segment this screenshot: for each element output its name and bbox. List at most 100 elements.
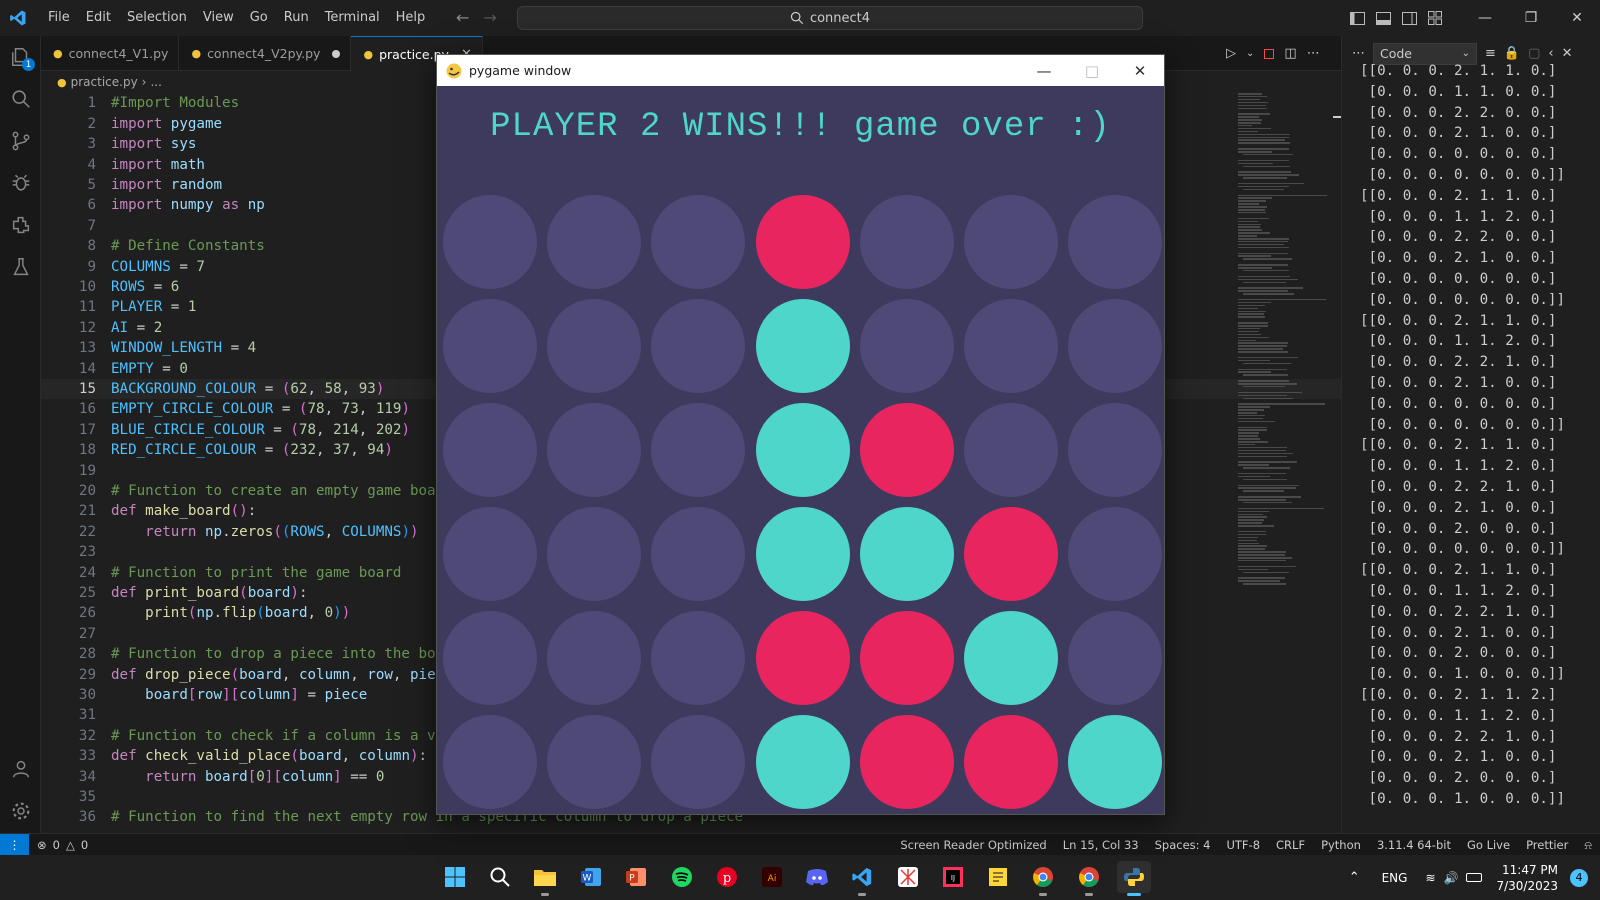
battery-icon[interactable] (1466, 873, 1483, 882)
menu-go[interactable]: Go (242, 0, 276, 36)
tab-connect4-v1-py[interactable]: ● connect4_V1.py (41, 36, 180, 71)
illustrator-taskbar-icon[interactable]: Ai (755, 861, 789, 893)
status-item-go-live[interactable]: Go Live (1467, 838, 1510, 852)
menu-help[interactable]: Help (388, 0, 434, 36)
menu-selection[interactable]: Selection (119, 0, 195, 36)
extensions-icon[interactable] (0, 204, 41, 246)
toggle-sidebar-icon[interactable] (1344, 0, 1370, 36)
language-indicator[interactable]: ENG (1382, 871, 1408, 885)
clock[interactable]: 11:47 PM 7/30/2023 (1496, 862, 1558, 894)
code-text: ROWS = 6 (111, 278, 180, 295)
minimap-line (1238, 330, 1259, 333)
breadcrumb-rest[interactable]: ... (150, 75, 161, 89)
powerpoint-taskbar-icon[interactable]: P (619, 861, 653, 893)
notification-badge[interactable]: 4 (1570, 868, 1588, 887)
discord-taskbar-icon[interactable] (800, 861, 834, 893)
empty-slot (1068, 299, 1163, 393)
back-arrow-icon[interactable]: ← (456, 8, 469, 27)
stop-icon[interactable] (1264, 48, 1275, 59)
run-debug-icon[interactable] (0, 162, 41, 204)
status-item-screen-reader-optimized[interactable]: Screen Reader Optimized (900, 838, 1046, 852)
minimap-line (1238, 342, 1288, 344)
chevron-down-icon: ⌄ (1461, 48, 1470, 59)
search-view-icon[interactable] (0, 78, 41, 120)
toggle-secondary-sidebar-icon[interactable] (1396, 0, 1422, 36)
minimap-line (1238, 432, 1260, 434)
python-file-icon: ● (191, 47, 202, 60)
command-center-search[interactable]: connect4 (517, 6, 1143, 30)
maximize-button[interactable]: ❐ (1508, 0, 1554, 36)
status-item-prettier[interactable]: Prettier (1526, 838, 1568, 852)
minimize-button[interactable]: — (1462, 0, 1508, 36)
close-icon[interactable]: ✕ (1562, 46, 1573, 61)
clear-output-icon[interactable]: ▢ (1528, 46, 1540, 61)
minimap[interactable] (1234, 93, 1344, 833)
sticky-taskbar-icon[interactable] (981, 861, 1015, 893)
empty-slot (547, 611, 642, 705)
chevron-down-icon[interactable]: ⌄ (1246, 48, 1254, 59)
line-number: 12 (78, 319, 96, 336)
lock-icon[interactable]: 🔒 (1504, 46, 1520, 61)
code-text: # Function to drop a piece into the boar… (111, 646, 462, 663)
status-item-utf-8[interactable]: UTF-8 (1226, 838, 1260, 852)
game-canvas[interactable]: PLAYER 2 WINS!!! game over :) (437, 86, 1164, 814)
more-actions-icon[interactable]: ⋯ (1307, 46, 1320, 61)
line-number: 19 (78, 462, 96, 479)
menu-file[interactable]: File (40, 0, 78, 36)
forward-arrow-icon[interactable]: → (483, 8, 496, 27)
status-item-spaces-4[interactable]: Spaces: 4 (1155, 838, 1211, 852)
split-editor-icon[interactable]: ◫ (1284, 46, 1296, 61)
back-icon[interactable]: ‹ (1548, 46, 1553, 61)
output-line: [[0. 0. 0. 2. 1. 1. 0.] (1360, 312, 1557, 329)
more-actions-icon[interactable]: ⋯ (1352, 46, 1365, 61)
file-explorer-taskbar-icon[interactable] (528, 861, 562, 896)
run-python-icon[interactable]: ▷ (1226, 46, 1236, 61)
volume-icon[interactable]: 🔊 (1444, 871, 1459, 885)
chevron-up-icon[interactable]: ⌃ (1349, 870, 1360, 885)
blue-piece (755, 507, 850, 601)
spotify-taskbar-icon[interactable] (665, 861, 699, 893)
intellij-taskbar-icon[interactable]: IJ (936, 861, 970, 893)
settings-gear-icon[interactable] (0, 790, 41, 832)
pygame-minimize-button[interactable]: — (1020, 55, 1068, 86)
minimap-line (1238, 290, 1288, 292)
line-number: 20 (78, 482, 96, 499)
python-taskbar-icon[interactable] (1117, 861, 1151, 896)
search-taskbar-icon[interactable] (483, 861, 517, 893)
menu-view[interactable]: View (195, 0, 242, 36)
customize-layout-icon[interactable] (1422, 0, 1448, 36)
minimap-line (1238, 139, 1285, 141)
tab-connect4-v2py-py[interactable]: ● connect4_V2py.py (179, 36, 352, 71)
breadcrumb-file[interactable]: practice.py (71, 75, 138, 89)
menu-edit[interactable]: Edit (78, 0, 119, 36)
status-item-3-11-4-64-bit[interactable]: 3.11.4 64-bit (1377, 838, 1451, 852)
close-button[interactable]: ✕ (1554, 0, 1600, 36)
bell-icon[interactable]: ⍾ (1584, 838, 1592, 853)
menu-terminal[interactable]: Terminal (317, 0, 388, 36)
menu-run[interactable]: Run (276, 0, 317, 36)
start-taskbar-icon[interactable] (438, 861, 472, 893)
status-item-python[interactable]: Python (1321, 838, 1361, 852)
pygame-close-button[interactable]: ✕ (1116, 55, 1164, 86)
status-item-ln-15-col-33[interactable]: Ln 15, Col 33 (1063, 838, 1139, 852)
word-taskbar-icon[interactable]: W (574, 861, 608, 893)
minimap-line (1238, 298, 1326, 301)
wifi-icon[interactable]: ≋ (1425, 871, 1435, 885)
chrome-1-taskbar-icon[interactable] (1026, 861, 1060, 896)
filter-icon[interactable]: ≡ (1485, 46, 1496, 61)
minimap-line (1238, 151, 1272, 153)
source-control-icon[interactable] (0, 120, 41, 162)
status-bar: ⋮ ⊗ 0 △ 0 Screen Reader Optimized Ln 15, … (0, 833, 1600, 856)
pygame-maximize-button[interactable]: □ (1068, 55, 1116, 86)
status-item-crlf[interactable]: CRLF (1276, 838, 1305, 852)
remote-indicator-icon[interactable]: ⋮ (0, 833, 29, 856)
vscode-taskbar-icon[interactable] (845, 861, 879, 896)
explorer-icon[interactable]: 1 (0, 36, 41, 78)
testing-icon[interactable] (0, 246, 41, 288)
mindmap-taskbar-icon[interactable] (891, 861, 925, 893)
pinterest-taskbar-icon[interactable]: p (710, 861, 744, 893)
accounts-icon[interactable] (0, 748, 41, 790)
problems-indicator[interactable]: ⊗ 0 △ 0 (29, 838, 88, 852)
chrome-2-taskbar-icon[interactable] (1072, 861, 1106, 896)
toggle-panel-icon[interactable] (1370, 0, 1396, 36)
